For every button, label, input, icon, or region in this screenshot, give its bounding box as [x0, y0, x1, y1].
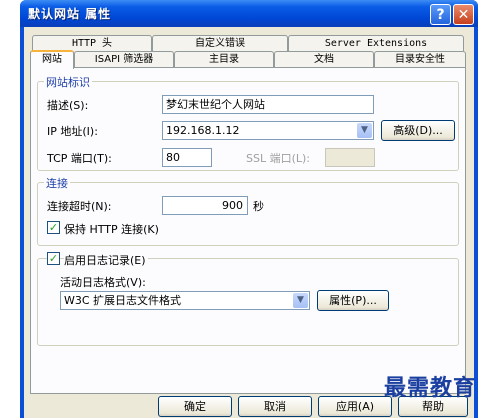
- timeout-label: 连接超时(N):: [47, 200, 112, 213]
- advanced-button[interactable]: 高级(D)...: [381, 120, 455, 141]
- chevron-down-icon[interactable]: ▼: [293, 293, 308, 308]
- enable-logging-checkbox[interactable]: ✓: [47, 252, 60, 265]
- timeout-unit: 秒: [253, 200, 264, 213]
- tab-home-directory[interactable]: 主目录: [174, 51, 274, 67]
- watermark-text: 最需教育: [384, 375, 477, 401]
- ip-address-value: 192.168.1.12: [166, 124, 240, 137]
- help-title-button[interactable]: ?: [430, 4, 451, 25]
- ssl-port-label: SSL 端口(L):: [246, 152, 311, 165]
- dialog-client: HTTP 头 自定义错误 Server Extensions 网站 ISAPI …: [24, 27, 474, 418]
- tab-server-extensions[interactable]: Server Extensions: [288, 35, 464, 51]
- cancel-button[interactable]: 取消: [238, 396, 312, 417]
- close-title-button[interactable]: ✕: [453, 4, 474, 25]
- log-format-select[interactable]: W3C 扩展日志文件格式 ▼: [60, 291, 310, 310]
- tab-http-headers[interactable]: HTTP 头: [32, 35, 152, 51]
- apply-button[interactable]: 应用(A): [318, 396, 392, 417]
- enable-logging-label: 启用日志记录(E): [64, 252, 148, 268]
- title-bar[interactable]: 默认网站 属性 ? ✕: [20, 0, 478, 27]
- properties-window: 默认网站 属性 ? ✕ HTTP 头 自定义错误 Server Extensio…: [20, 0, 478, 418]
- log-format-label: 活动日志格式(V):: [60, 276, 146, 289]
- connection-title: 连接: [44, 175, 70, 191]
- ip-address-label: IP 地址(I):: [47, 125, 98, 138]
- tab-directory-security[interactable]: 目录安全性: [374, 51, 466, 67]
- keepalive-label: 保持 HTTP 连接(K): [64, 223, 159, 236]
- checkmark-icon: ✓: [48, 221, 59, 234]
- website-tab-panel: 网站标识 描述(S): 梦幻末世纪个人网站 IP 地址(I): 192.168.…: [30, 67, 466, 394]
- tab-custom-errors[interactable]: 自定义错误: [152, 35, 288, 51]
- tcp-port-field[interactable]: 80: [162, 148, 212, 167]
- log-format-value: W3C 扩展日志文件格式: [64, 294, 182, 307]
- tab-documents[interactable]: 文档: [274, 51, 374, 67]
- keepalive-checkbox[interactable]: ✓: [47, 221, 60, 234]
- tab-isapi-filters[interactable]: ISAPI 筛选器: [74, 51, 174, 67]
- description-field[interactable]: 梦幻末世纪个人网站: [162, 95, 374, 114]
- ssl-port-field[interactable]: [325, 148, 375, 167]
- timeout-field[interactable]: 900: [162, 196, 248, 215]
- ok-button[interactable]: 确定: [158, 396, 232, 417]
- chevron-down-icon[interactable]: ▼: [357, 123, 372, 138]
- log-properties-button[interactable]: 属性(P)...: [317, 290, 389, 311]
- site-identification-title: 网站标识: [44, 74, 92, 90]
- window-title: 默认网站 属性: [28, 7, 112, 21]
- tab-website[interactable]: 网站: [30, 50, 74, 69]
- tcp-port-label: TCP 端口(T):: [47, 152, 112, 165]
- description-label: 描述(S):: [47, 99, 89, 112]
- checkmark-icon: ✓: [48, 252, 59, 265]
- ip-address-select[interactable]: 192.168.1.12 ▼: [162, 121, 374, 140]
